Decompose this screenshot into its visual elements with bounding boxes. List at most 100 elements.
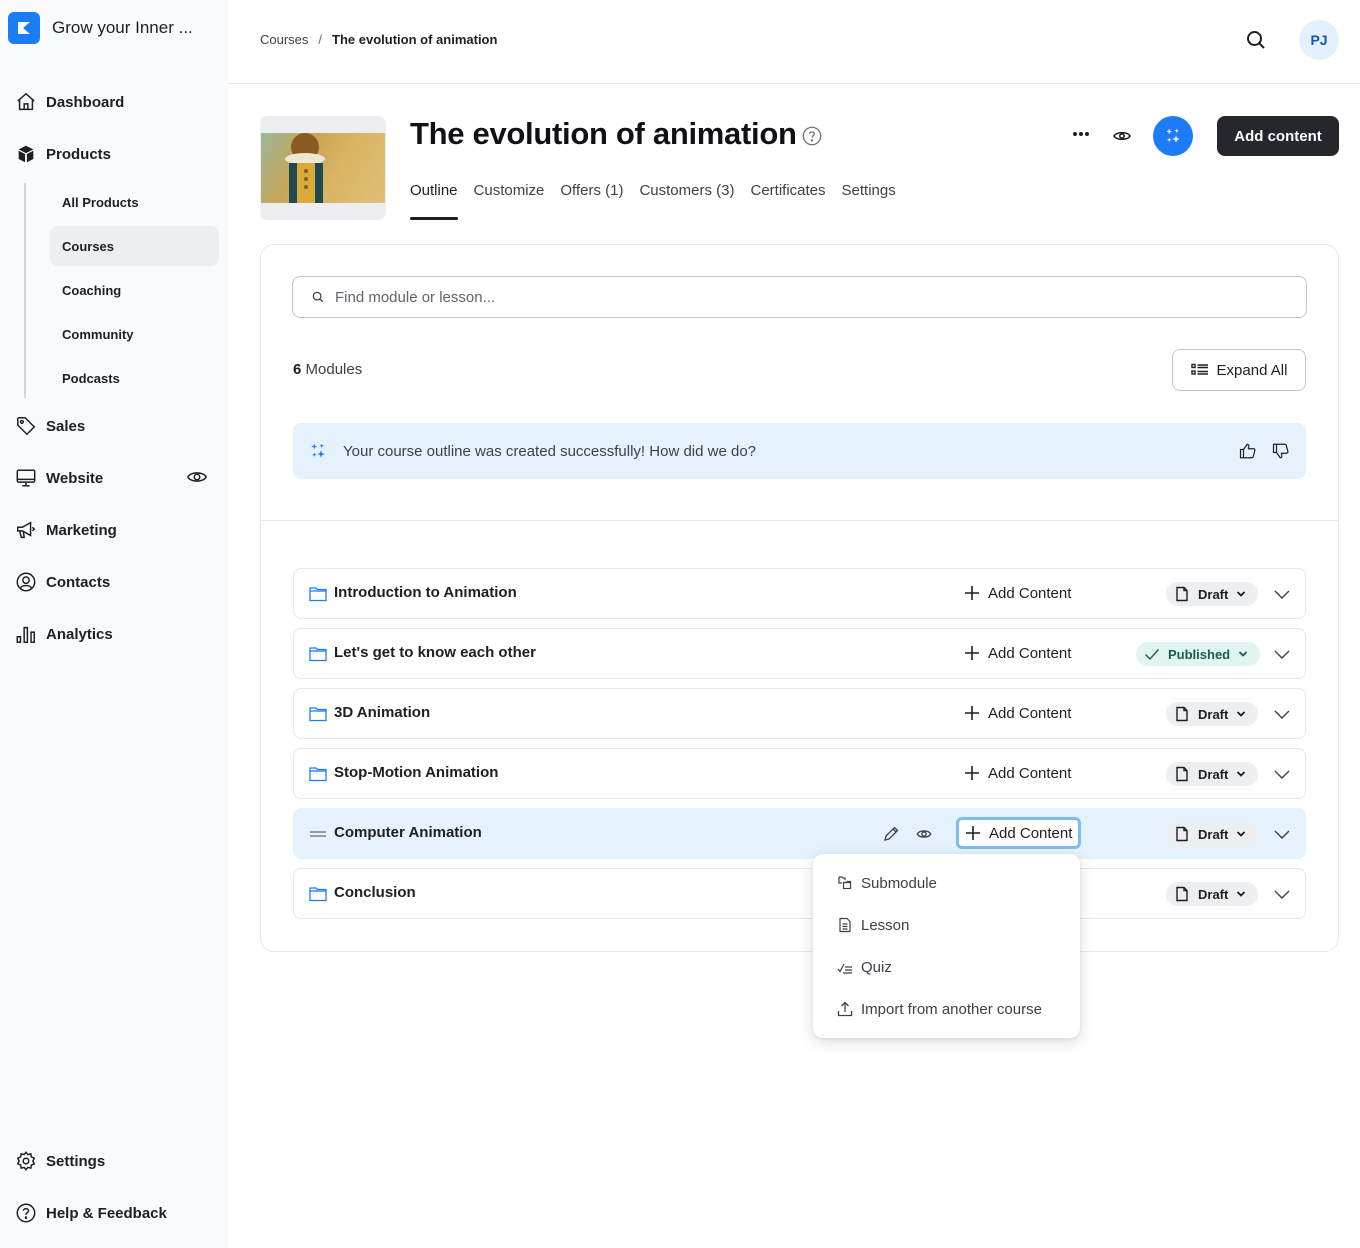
chevron-down-icon[interactable] [1272, 704, 1292, 724]
sidebar-item-label: Help & Feedback [46, 1204, 167, 1222]
drag-handle-icon[interactable] [308, 824, 328, 844]
breadcrumb-current: The evolution of animation [332, 32, 498, 47]
add-content-button[interactable]: Add content [1217, 116, 1339, 156]
caret-down-icon [1237, 891, 1246, 897]
menu-item-label: Lesson [861, 916, 910, 934]
page-title: The evolution of animation [410, 116, 797, 151]
plus-icon [965, 766, 979, 780]
status-dropdown[interactable]: Draft [1166, 702, 1259, 726]
module-row[interactable]: ConclusionAdd ContentDraft [293, 868, 1306, 919]
search-input-field[interactable] [335, 288, 1235, 306]
more-options-button[interactable] [1068, 124, 1094, 144]
module-row[interactable]: 3D Animation Add Content Draft [293, 688, 1306, 739]
course-thumbnail-image [261, 133, 385, 203]
add-content-menu: Submodule Lesson Quiz Import from anothe… [813, 854, 1080, 1038]
tab-certificates[interactable]: Certificates [751, 182, 826, 220]
module-row[interactable]: Computer Animation Add Content Draft [293, 808, 1306, 859]
website-preview-eye-icon[interactable] [186, 466, 208, 488]
sidebar-item-label: Sales [46, 417, 86, 435]
chevron-down-icon[interactable] [1272, 644, 1292, 664]
module-row[interactable]: Stop-Motion Animation Add Content Draft [293, 748, 1306, 799]
preview-eye-icon[interactable] [1110, 124, 1134, 148]
add-content-button[interactable]: Add Content [956, 577, 1079, 609]
edit-pencil-icon[interactable] [882, 825, 900, 843]
status-label: Draft [1198, 886, 1229, 902]
top-bar: Courses / The evolution of animation PJ [228, 0, 1360, 84]
tab-customers[interactable]: Customers (3) [639, 182, 734, 220]
module-title[interactable]: Introduction to Animation [334, 584, 517, 601]
draft-document-icon [1176, 586, 1188, 602]
preview-eye-icon[interactable] [915, 825, 933, 843]
module-count: 6 Modules [293, 361, 362, 378]
thumbs-down-icon[interactable] [1272, 442, 1290, 460]
chevron-down-icon[interactable] [1272, 884, 1292, 904]
chevron-down-icon[interactable] [1272, 584, 1292, 604]
chevron-down-icon[interactable] [1272, 824, 1292, 844]
folder-icon [309, 587, 327, 602]
status-dropdown[interactable]: Draft [1166, 582, 1259, 606]
module-title[interactable]: Computer Animation [334, 824, 482, 841]
caret-down-icon [1237, 711, 1246, 717]
tab-outline[interactable]: Outline [410, 182, 458, 220]
tab-customize[interactable]: Customize [474, 182, 545, 220]
sidebar-subitem-community[interactable]: Community [50, 314, 219, 354]
add-content-button[interactable]: Add Content [956, 637, 1079, 669]
folder-icon [309, 887, 327, 902]
chevron-down-icon[interactable] [1272, 764, 1292, 784]
sidebar-item-label: Dashboard [46, 93, 125, 111]
menu-item-lesson[interactable]: Lesson [813, 904, 1080, 946]
sidebar-item-website[interactable]: Website [14, 464, 103, 492]
sidebar-item-products[interactable]: Products [14, 140, 111, 168]
sidebar-subitem-all-products[interactable]: All Products [50, 182, 219, 222]
ai-assist-button[interactable] [1153, 116, 1193, 156]
menu-item-quiz[interactable]: Quiz [813, 946, 1080, 988]
expand-all-button[interactable]: Expand All [1172, 349, 1306, 391]
thumbs-up-icon[interactable] [1239, 442, 1257, 460]
module-title[interactable]: 3D Animation [334, 704, 430, 721]
sidebar-item-marketing[interactable]: Marketing [14, 516, 117, 544]
sidebar-item-settings[interactable]: Settings [14, 1147, 105, 1175]
folder-icon [309, 707, 327, 722]
add-content-button[interactable]: Add Content [956, 697, 1079, 729]
sidebar-item-contacts[interactable]: Contacts [14, 568, 110, 596]
module-title[interactable]: Conclusion [334, 884, 416, 901]
sidebar-subitem-courses[interactable]: Courses [50, 226, 219, 266]
draft-document-icon [1176, 766, 1188, 782]
status-label: Draft [1198, 706, 1229, 722]
breadcrumb-separator: / [318, 32, 323, 47]
add-content-button[interactable]: Add Content [956, 817, 1082, 849]
expand-all-label: Expand All [1216, 361, 1288, 379]
sidebar-item-sales[interactable]: Sales [14, 412, 85, 440]
menu-item-import[interactable]: Import from another course [813, 988, 1080, 1030]
sidebar-item-analytics[interactable]: Analytics [14, 620, 113, 648]
status-label: Draft [1198, 766, 1229, 782]
module-row[interactable]: Introduction to Animation Add Content Draf… [293, 568, 1306, 619]
add-content-label: Add Content [988, 644, 1072, 662]
sidebar-item-dashboard[interactable]: Dashboard [14, 88, 124, 116]
list-icon [1190, 363, 1208, 375]
brand[interactable]: Grow your Inner ... [8, 12, 193, 44]
tab-settings[interactable]: Settings [842, 182, 896, 220]
status-dropdown[interactable]: Draft [1166, 822, 1259, 846]
add-content-button[interactable]: Add Content [956, 757, 1079, 789]
search-icon[interactable] [1244, 28, 1268, 52]
sidebar-item-help[interactable]: Help & Feedback [14, 1199, 167, 1227]
search-icon [312, 291, 324, 303]
plus-icon [966, 826, 980, 840]
status-dropdown[interactable]: Draft [1166, 882, 1259, 906]
sidebar-subitem-coaching[interactable]: Coaching [50, 270, 219, 310]
search-input[interactable] [292, 276, 1307, 318]
breadcrumb-courses-link[interactable]: Courses [260, 32, 308, 47]
module-row[interactable]: Let's get to know each other Add Content P… [293, 628, 1306, 679]
course-thumbnail[interactable] [260, 116, 386, 220]
status-dropdown[interactable]: Draft [1166, 762, 1259, 786]
module-title[interactable]: Let's get to know each other [334, 644, 536, 661]
sidebar-subitem-podcasts[interactable]: Podcasts [50, 358, 219, 398]
status-dropdown[interactable]: Published [1136, 642, 1261, 666]
avatar[interactable]: PJ [1299, 20, 1339, 60]
menu-item-submodule[interactable]: Submodule [813, 862, 1080, 904]
module-title[interactable]: Stop-Motion Animation [334, 764, 498, 781]
tab-offers[interactable]: Offers (1) [560, 182, 623, 220]
help-icon[interactable] [801, 125, 823, 147]
status-label: Published [1168, 646, 1231, 662]
